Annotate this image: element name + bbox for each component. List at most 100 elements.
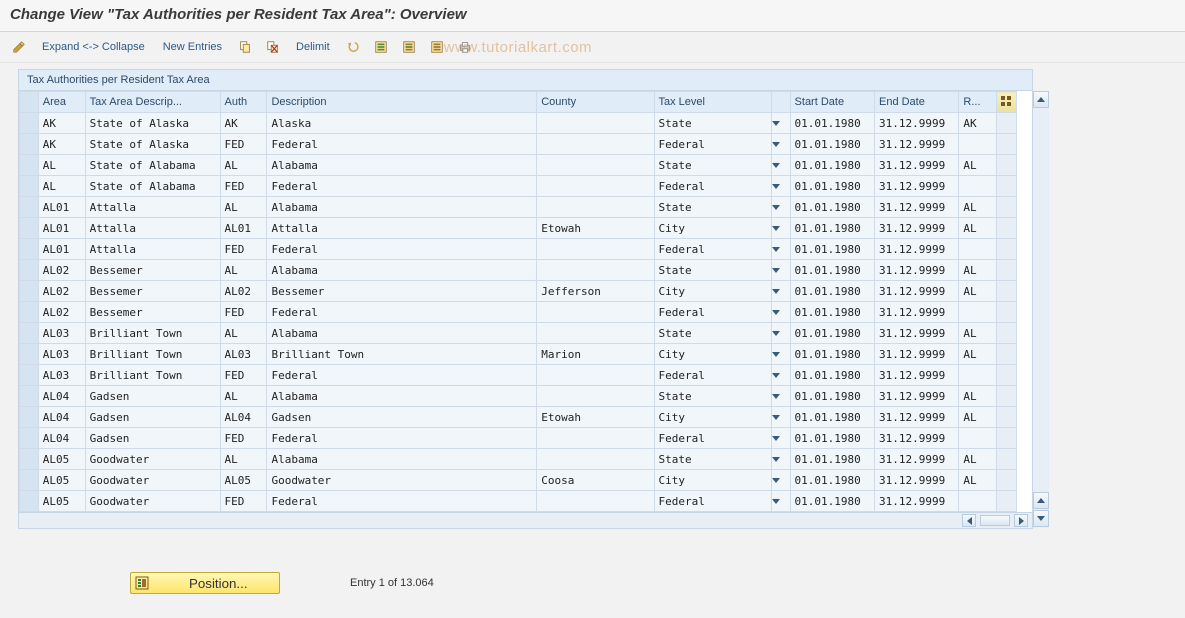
- cell-auth[interactable]: FED: [220, 365, 267, 386]
- cell-adesc[interactable]: Federal: [267, 176, 537, 197]
- cell-county[interactable]: [537, 491, 654, 512]
- column-header-county[interactable]: County: [537, 92, 654, 113]
- table-row[interactable]: AL01AttallaAL01AttallaEtowahCity01.01.19…: [20, 218, 1017, 239]
- row-selector[interactable]: [20, 281, 39, 302]
- cell-r[interactable]: AL: [959, 155, 997, 176]
- cell-r[interactable]: AL: [959, 197, 997, 218]
- cell-desc[interactable]: State of Alaska: [85, 113, 220, 134]
- cell-county[interactable]: [537, 365, 654, 386]
- cell-adesc[interactable]: Alaska: [267, 113, 537, 134]
- scroll-right-button[interactable]: [1014, 514, 1028, 527]
- cell-auth[interactable]: FED: [220, 239, 267, 260]
- cell-auth[interactable]: FED: [220, 491, 267, 512]
- cell-county[interactable]: [537, 239, 654, 260]
- table-row[interactable]: AL04GadsenALAlabamaState01.01.198031.12.…: [20, 386, 1017, 407]
- cell-county[interactable]: [537, 197, 654, 218]
- row-selector[interactable]: [20, 323, 39, 344]
- row-selector[interactable]: [20, 344, 39, 365]
- column-header-adesc[interactable]: Description: [267, 92, 537, 113]
- table-row[interactable]: ALState of AlabamaALAlabamaState01.01.19…: [20, 155, 1017, 176]
- cell-taxlevel-dropdown[interactable]: [771, 470, 790, 491]
- cell-desc[interactable]: Attalla: [85, 218, 220, 239]
- cell-end[interactable]: 31.12.9999: [874, 239, 958, 260]
- cell-start[interactable]: 01.01.1980: [790, 407, 874, 428]
- cell-taxlevel[interactable]: State: [654, 113, 771, 134]
- cell-start[interactable]: 01.01.1980: [790, 428, 874, 449]
- cell-desc[interactable]: Goodwater: [85, 491, 220, 512]
- cell-county[interactable]: [537, 155, 654, 176]
- cell-taxlevel-dropdown[interactable]: [771, 449, 790, 470]
- scroll-up-button[interactable]: [1033, 91, 1049, 108]
- cell-auth[interactable]: AL: [220, 197, 267, 218]
- cell-taxlevel[interactable]: Federal: [654, 176, 771, 197]
- column-header-r[interactable]: R...: [959, 92, 997, 113]
- cell-adesc[interactable]: Alabama: [267, 155, 537, 176]
- cell-taxlevel-dropdown[interactable]: [771, 218, 790, 239]
- cell-end[interactable]: 31.12.9999: [874, 302, 958, 323]
- cell-area[interactable]: AL05: [38, 491, 85, 512]
- cell-r[interactable]: AK: [959, 113, 997, 134]
- cell-r[interactable]: AL: [959, 323, 997, 344]
- row-selector[interactable]: [20, 491, 39, 512]
- cell-start[interactable]: 01.01.1980: [790, 176, 874, 197]
- hscroll-thumb[interactable]: [980, 515, 1010, 526]
- cell-desc[interactable]: Bessemer: [85, 281, 220, 302]
- row-selector[interactable]: [20, 470, 39, 491]
- cell-desc[interactable]: Brilliant Town: [85, 344, 220, 365]
- cell-start[interactable]: 01.01.1980: [790, 281, 874, 302]
- cell-r[interactable]: [959, 134, 997, 155]
- row-selector[interactable]: [20, 113, 39, 134]
- column-header-taxlevel[interactable]: Tax Level: [654, 92, 771, 113]
- cell-adesc[interactable]: Gadsen: [267, 407, 537, 428]
- cell-start[interactable]: 01.01.1980: [790, 323, 874, 344]
- cell-taxlevel-dropdown[interactable]: [771, 281, 790, 302]
- copy-icon[interactable]: [237, 39, 253, 55]
- cell-taxlevel-dropdown[interactable]: [771, 134, 790, 155]
- cell-taxlevel[interactable]: City: [654, 281, 771, 302]
- cell-adesc[interactable]: Goodwater: [267, 470, 537, 491]
- cell-end[interactable]: 31.12.9999: [874, 344, 958, 365]
- cell-adesc[interactable]: Attalla: [267, 218, 537, 239]
- table-row[interactable]: AL02BessemerALAlabamaState01.01.198031.1…: [20, 260, 1017, 281]
- cell-desc[interactable]: Attalla: [85, 239, 220, 260]
- cell-area[interactable]: AL04: [38, 386, 85, 407]
- cell-county[interactable]: Marion: [537, 344, 654, 365]
- cell-start[interactable]: 01.01.1980: [790, 302, 874, 323]
- cell-start[interactable]: 01.01.1980: [790, 365, 874, 386]
- cell-taxlevel-dropdown[interactable]: [771, 386, 790, 407]
- delimit-button[interactable]: Delimit: [292, 37, 334, 57]
- column-header-end[interactable]: End Date: [874, 92, 958, 113]
- row-selector[interactable]: [20, 176, 39, 197]
- cell-taxlevel[interactable]: Federal: [654, 491, 771, 512]
- cell-county[interactable]: [537, 323, 654, 344]
- cell-area[interactable]: AL02: [38, 302, 85, 323]
- row-selector[interactable]: [20, 218, 39, 239]
- cell-auth[interactable]: FED: [220, 428, 267, 449]
- row-selector[interactable]: [20, 155, 39, 176]
- cell-adesc[interactable]: Federal: [267, 491, 537, 512]
- cell-start[interactable]: 01.01.1980: [790, 386, 874, 407]
- column-header-rowselect[interactable]: [20, 92, 39, 113]
- cell-start[interactable]: 01.01.1980: [790, 155, 874, 176]
- cell-end[interactable]: 31.12.9999: [874, 407, 958, 428]
- cell-adesc[interactable]: Alabama: [267, 260, 537, 281]
- toggle-change-icon[interactable]: [11, 39, 27, 55]
- cell-r[interactable]: AL: [959, 281, 997, 302]
- cell-county[interactable]: [537, 113, 654, 134]
- cell-area[interactable]: AL02: [38, 260, 85, 281]
- cell-taxlevel[interactable]: Federal: [654, 239, 771, 260]
- cell-county[interactable]: [537, 260, 654, 281]
- cell-desc[interactable]: Brilliant Town: [85, 323, 220, 344]
- scroll-page-down-button[interactable]: [1033, 510, 1049, 527]
- cell-desc[interactable]: Goodwater: [85, 449, 220, 470]
- cell-auth[interactable]: FED: [220, 302, 267, 323]
- vertical-scrollbar[interactable]: [1032, 91, 1049, 528]
- table-row[interactable]: AL01AttallaALAlabamaState01.01.198031.12…: [20, 197, 1017, 218]
- cell-end[interactable]: 31.12.9999: [874, 386, 958, 407]
- table-row[interactable]: AKState of AlaskaFEDFederalFederal01.01.…: [20, 134, 1017, 155]
- cell-r[interactable]: [959, 302, 997, 323]
- table-row[interactable]: AL02BessemerAL02BessemerJeffersonCity01.…: [20, 281, 1017, 302]
- cell-auth[interactable]: FED: [220, 176, 267, 197]
- cell-taxlevel[interactable]: State: [654, 386, 771, 407]
- cell-auth[interactable]: AL: [220, 449, 267, 470]
